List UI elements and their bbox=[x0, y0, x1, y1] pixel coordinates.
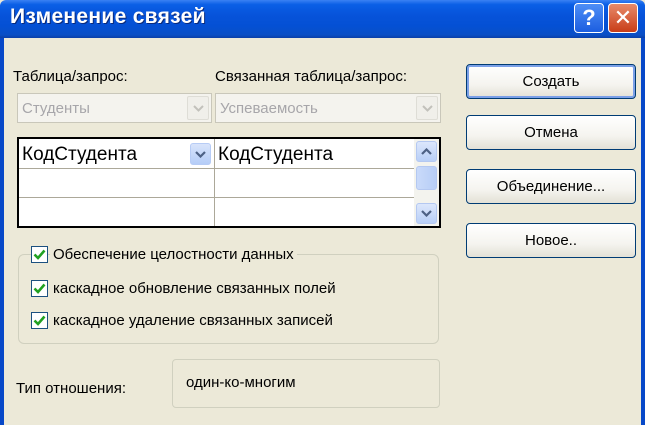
cancel-button[interactable]: Отмена bbox=[466, 115, 636, 150]
cascade-update-checkbox[interactable] bbox=[31, 280, 48, 297]
related-table-combo: Успеваемость bbox=[215, 93, 441, 123]
join-type-button[interactable]: Объединение... bbox=[466, 169, 636, 204]
close-icon: ✕ bbox=[613, 5, 633, 30]
chevron-down-icon bbox=[187, 96, 209, 120]
chevron-down-icon bbox=[416, 96, 438, 120]
grid-scrollbar[interactable] bbox=[414, 139, 439, 226]
checkmark-icon bbox=[33, 315, 46, 326]
grid-cell-right-2[interactable] bbox=[215, 169, 416, 198]
table-combo-value: Студенты bbox=[22, 100, 90, 117]
scroll-thumb[interactable] bbox=[416, 166, 437, 190]
grid-cell-text: КодСтудента bbox=[218, 144, 334, 165]
fields-grid[interactable]: КодСтудента КодСтудента bbox=[17, 137, 441, 228]
cascade-delete-checkbox[interactable] bbox=[31, 312, 48, 329]
grid-cell-left-3[interactable] bbox=[19, 198, 215, 226]
integrity-checkbox[interactable] bbox=[31, 246, 48, 263]
chevron-down-icon[interactable] bbox=[190, 143, 211, 165]
window-border-right bbox=[641, 38, 645, 425]
scroll-down-button[interactable] bbox=[416, 203, 437, 224]
help-button[interactable]: ? bbox=[574, 3, 604, 33]
grid-cell-left-1[interactable]: КодСтудента bbox=[19, 139, 215, 169]
title-bar[interactable]: Изменение связей ? ✕ bbox=[0, 0, 645, 38]
create-button[interactable]: Создать bbox=[466, 64, 636, 99]
create-new-button[interactable]: Новое.. bbox=[466, 223, 636, 258]
grid-cell-left-2[interactable] bbox=[19, 169, 215, 198]
cascade-update-label[interactable]: каскадное обновление связанных полей bbox=[53, 280, 336, 297]
related-table-combo-value: Успеваемость bbox=[220, 100, 318, 117]
help-icon: ? bbox=[582, 5, 596, 30]
relation-type-label: Тип отношения: bbox=[16, 380, 127, 397]
relation-type-value: один-ко-многим bbox=[186, 374, 296, 391]
chevron-up-icon bbox=[421, 148, 432, 155]
grid-cell-right-1[interactable]: КодСтудента bbox=[215, 139, 416, 169]
integrity-group bbox=[18, 254, 439, 344]
cascade-delete-label[interactable]: каскадное удаление связанных записей bbox=[53, 312, 333, 329]
table-query-label: Таблица/запрос: bbox=[13, 68, 128, 85]
checkmark-icon bbox=[33, 283, 46, 294]
related-table-query-label: Связанная таблица/запрос: bbox=[215, 68, 408, 85]
window-title: Изменение связей bbox=[10, 5, 206, 28]
checkmark-icon bbox=[33, 249, 46, 260]
integrity-label[interactable]: Обеспечение целостности данных bbox=[50, 246, 297, 263]
table-combo: Студенты bbox=[17, 93, 212, 123]
chevron-down-icon bbox=[421, 210, 432, 217]
grid-cell-right-3[interactable] bbox=[215, 198, 416, 226]
grid-cell-text: КодСтудента bbox=[22, 144, 138, 165]
close-button[interactable]: ✕ bbox=[608, 3, 638, 33]
scroll-up-button[interactable] bbox=[416, 141, 437, 162]
window-border-left bbox=[0, 38, 4, 425]
